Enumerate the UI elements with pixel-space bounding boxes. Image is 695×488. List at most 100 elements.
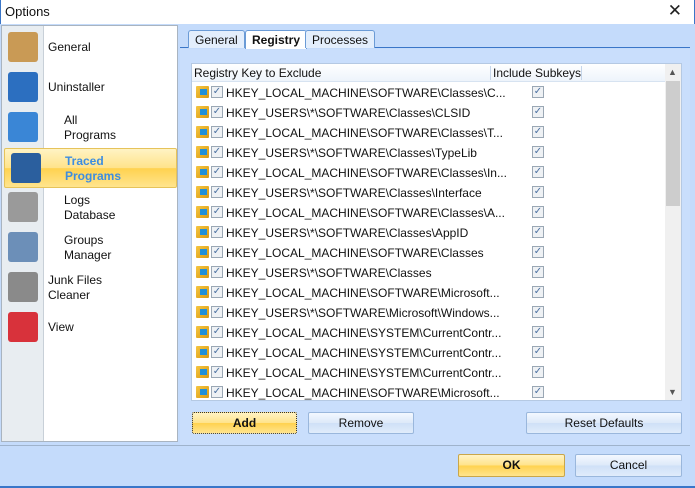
row-checkbox[interactable]: ✓ <box>211 286 223 298</box>
row-checkbox[interactable]: ✓ <box>211 186 223 198</box>
vertical-scrollbar[interactable]: ▲ ▼ <box>665 64 681 400</box>
sidebar-item-junk-files-cleaner[interactable]: Junk Files Cleaner <box>2 268 177 308</box>
equalizer-gear-icon <box>8 312 38 342</box>
include-subkeys-checkbox[interactable]: ✓ <box>532 226 544 238</box>
include-subkeys-checkbox[interactable]: ✓ <box>532 166 544 178</box>
cancel-button[interactable]: Cancel <box>575 454 682 477</box>
include-subkeys-checkbox[interactable]: ✓ <box>532 266 544 278</box>
registry-exclude-list[interactable]: Registry Key to Exclude Include Subkeys … <box>191 63 682 401</box>
include-subkeys-checkbox[interactable]: ✓ <box>532 206 544 218</box>
sidebar-item-all-programs[interactable]: All Programs <box>2 108 177 148</box>
table-row[interactable]: ✓ HKEY_USERS\*\SOFTWARE\Classes\CLSID ✓ <box>192 103 666 123</box>
row-checkbox[interactable]: ✓ <box>211 346 223 358</box>
row-checkbox[interactable]: ✓ <box>211 206 223 218</box>
row-checkbox[interactable]: ✓ <box>211 366 223 378</box>
registry-key: HKEY_USERS\*\SOFTWARE\Classes\CLSID <box>226 106 471 120</box>
include-subkeys-checkbox[interactable]: ✓ <box>532 126 544 138</box>
sidebar-item-label: General <box>48 40 91 54</box>
registry-folder-icon <box>196 326 209 338</box>
sidebar-item-label: Groups Manager <box>64 233 112 262</box>
registry-key: HKEY_USERS\*\SOFTWARE\Classes\Interface <box>226 186 482 200</box>
sidebar-item-label: All Programs <box>64 113 117 142</box>
revo-uninstaller-icon <box>8 72 38 102</box>
registry-key: HKEY_LOCAL_MACHINE\SOFTWARE\Classes\In..… <box>226 166 507 180</box>
include-subkeys-checkbox[interactable]: ✓ <box>532 386 544 398</box>
include-subkeys-checkbox[interactable]: ✓ <box>532 286 544 298</box>
include-subkeys-checkbox[interactable]: ✓ <box>532 106 544 118</box>
column-header-subkeys[interactable]: Include Subkeys <box>493 66 581 80</box>
table-row[interactable]: ✓ HKEY_USERS\*\SOFTWARE\Classes ✓ <box>192 263 666 283</box>
registry-key: HKEY_LOCAL_MACHINE\SOFTWARE\Classes\T... <box>226 126 503 140</box>
registry-key: HKEY_USERS\*\SOFTWARE\Classes\AppID <box>226 226 469 240</box>
tab-strip: General Registry Processes <box>180 30 690 49</box>
include-subkeys-checkbox[interactable]: ✓ <box>532 186 544 198</box>
table-row[interactable]: ✓ HKEY_LOCAL_MACHINE\SYSTEM\CurrentContr… <box>192 363 666 383</box>
sidebar-item-label: Junk Files Cleaner <box>48 273 103 302</box>
remove-button[interactable]: Remove <box>308 412 414 434</box>
table-row[interactable]: ✓ HKEY_LOCAL_MACHINE\SOFTWARE\Classes\T.… <box>192 123 666 143</box>
registry-folder-icon <box>196 386 209 398</box>
row-checkbox[interactable]: ✓ <box>211 246 223 258</box>
table-row[interactable]: ✓ HKEY_LOCAL_MACHINE\SOFTWARE\Classes\In… <box>192 163 666 183</box>
add-button[interactable]: Add <box>192 412 297 434</box>
row-checkbox[interactable]: ✓ <box>211 386 223 398</box>
include-subkeys-checkbox[interactable]: ✓ <box>532 246 544 258</box>
registry-folder-icon <box>196 86 209 98</box>
table-row[interactable]: ✓ HKEY_LOCAL_MACHINE\SYSTEM\CurrentContr… <box>192 323 666 343</box>
row-checkbox[interactable]: ✓ <box>211 266 223 278</box>
reset-defaults-button[interactable]: Reset Defaults <box>526 412 682 434</box>
registry-folder-icon <box>196 366 209 378</box>
scroll-up-icon[interactable]: ▲ <box>668 67 677 77</box>
row-checkbox[interactable]: ✓ <box>211 86 223 98</box>
include-subkeys-checkbox[interactable]: ✓ <box>532 146 544 158</box>
table-row[interactable]: ✓ HKEY_LOCAL_MACHINE\SOFTWARE\Microsoft.… <box>192 283 666 303</box>
include-subkeys-checkbox[interactable]: ✓ <box>532 366 544 378</box>
row-checkbox[interactable]: ✓ <box>211 306 223 318</box>
registry-key: HKEY_LOCAL_MACHINE\SOFTWARE\Classes\C... <box>226 86 506 100</box>
registry-key: HKEY_USERS\*\SOFTWARE\Microsoft\Windows.… <box>226 306 500 320</box>
row-checkbox[interactable]: ✓ <box>211 226 223 238</box>
sidebar-item-logs-database[interactable]: Logs Database <box>2 188 177 228</box>
scrollbar-thumb[interactable] <box>666 81 680 206</box>
column-separator[interactable] <box>490 66 491 80</box>
database-icon <box>8 192 38 222</box>
sidebar: General Uninstaller All Programs Traced Pro… <box>1 25 178 442</box>
row-checkbox[interactable]: ✓ <box>211 166 223 178</box>
include-subkeys-checkbox[interactable]: ✓ <box>532 346 544 358</box>
table-row[interactable]: ✓ HKEY_USERS\*\SOFTWARE\Classes\Interfac… <box>192 183 666 203</box>
table-row[interactable]: ✓ HKEY_USERS\*\SOFTWARE\Classes\TypeLib … <box>192 143 666 163</box>
registry-panel: Registry Key to Exclude Include Subkeys … <box>180 49 690 445</box>
registry-folder-icon <box>196 246 209 258</box>
include-subkeys-checkbox[interactable]: ✓ <box>532 326 544 338</box>
sidebar-item-traced-programs[interactable]: Traced Programs <box>4 148 177 188</box>
table-row[interactable]: ✓ HKEY_USERS\*\SOFTWARE\Classes\AppID ✓ <box>192 223 666 243</box>
table-row[interactable]: ✓ HKEY_LOCAL_MACHINE\SOFTWARE\Classes ✓ <box>192 243 666 263</box>
table-row[interactable]: ✓ HKEY_LOCAL_MACHINE\SOFTWARE\Classes\C.… <box>192 83 666 103</box>
tab-general[interactable]: General <box>188 30 245 48</box>
ok-button[interactable]: OK <box>458 454 565 477</box>
include-subkeys-checkbox[interactable]: ✓ <box>532 306 544 318</box>
registry-folder-icon <box>196 286 209 298</box>
table-row[interactable]: ✓ HKEY_USERS\*\SOFTWARE\Microsoft\Window… <box>192 303 666 323</box>
row-checkbox[interactable]: ✓ <box>211 126 223 138</box>
sidebar-item-view[interactable]: View <box>2 308 177 348</box>
sidebar-item-uninstaller[interactable]: Uninstaller <box>2 68 177 108</box>
table-row[interactable]: ✓ HKEY_LOCAL_MACHINE\SOFTWARE\Classes\A.… <box>192 203 666 223</box>
row-checkbox[interactable]: ✓ <box>211 326 223 338</box>
scroll-down-icon[interactable]: ▼ <box>668 387 677 397</box>
row-checkbox[interactable]: ✓ <box>211 146 223 158</box>
window-title: Options <box>5 4 50 19</box>
sidebar-item-groups-manager[interactable]: Groups Manager <box>2 228 177 268</box>
list-header: Registry Key to Exclude Include Subkeys <box>192 64 666 82</box>
divider <box>0 445 690 446</box>
tab-registry[interactable]: Registry <box>245 30 308 49</box>
column-header-key[interactable]: Registry Key to Exclude <box>194 66 321 80</box>
column-separator[interactable] <box>581 66 582 80</box>
include-subkeys-checkbox[interactable]: ✓ <box>532 86 544 98</box>
table-row[interactable]: ✓ HKEY_LOCAL_MACHINE\SYSTEM\CurrentContr… <box>192 343 666 363</box>
row-checkbox[interactable]: ✓ <box>211 106 223 118</box>
tab-processes[interactable]: Processes <box>305 30 376 48</box>
table-row[interactable]: ✓ HKEY_LOCAL_MACHINE\SOFTWARE\Microsoft.… <box>192 383 666 400</box>
sidebar-item-general[interactable]: General <box>2 28 177 68</box>
close-icon[interactable]: ✕ <box>668 1 682 21</box>
